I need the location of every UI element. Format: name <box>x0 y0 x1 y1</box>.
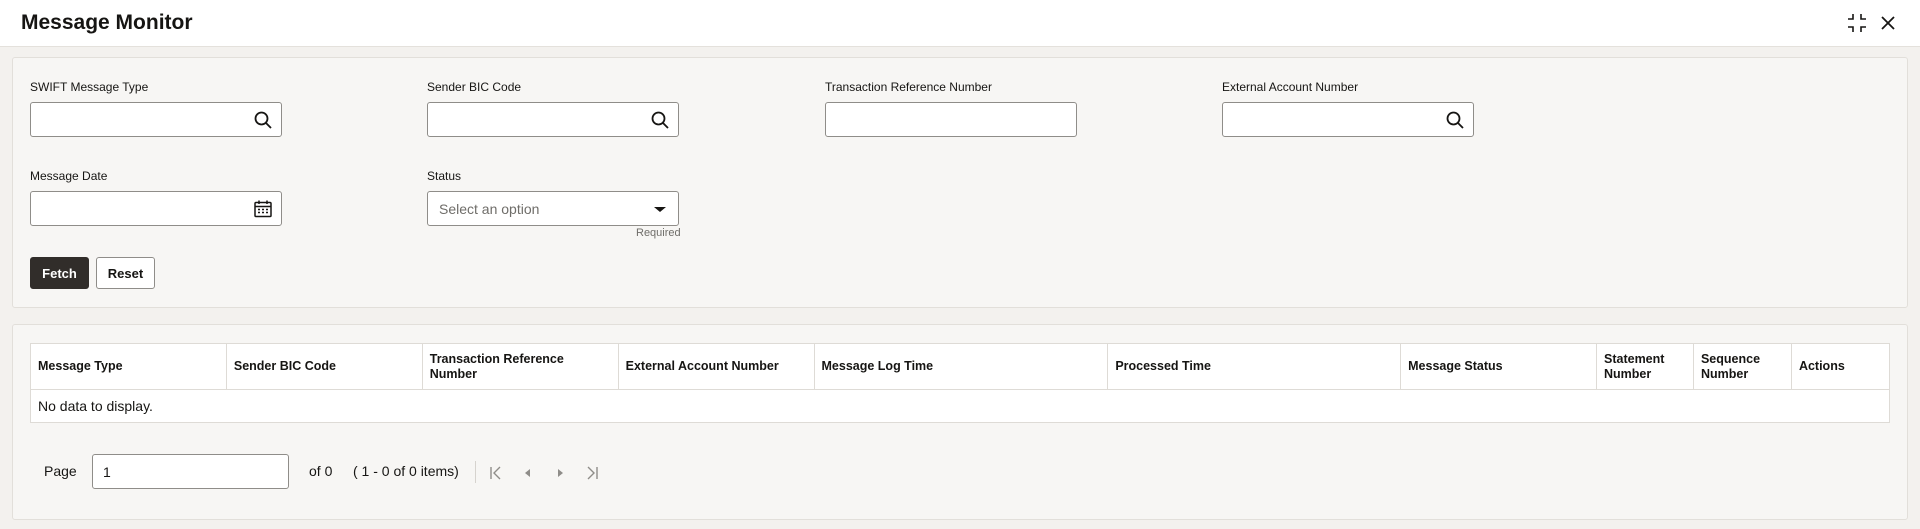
pagination-divider <box>475 461 476 483</box>
page-number-input[interactable]: 1 <box>92 454 289 489</box>
last-page-icon[interactable] <box>583 464 601 482</box>
close-icon[interactable] <box>1877 12 1899 34</box>
fullscreen-exit-icon[interactable] <box>1846 12 1868 34</box>
column-header[interactable]: Message Status <box>1400 343 1597 390</box>
column-header[interactable]: Transaction Reference Number <box>422 343 619 390</box>
column-header[interactable]: Actions <box>1791 343 1890 390</box>
page-label: Page <box>44 463 77 479</box>
table-row: No data to display. <box>31 390 1890 423</box>
status-placeholder: Select an option <box>439 201 540 217</box>
search-icon[interactable] <box>253 110 273 130</box>
transaction-reference-number-input[interactable] <box>825 102 1077 137</box>
message-date-label: Message Date <box>30 169 108 183</box>
sender-bic-code-label: Sender BIC Code <box>427 80 522 94</box>
column-header[interactable]: Statement Number <box>1596 343 1694 390</box>
results-table: Message Type Sender BIC Code Transaction… <box>30 343 1890 423</box>
column-header[interactable]: Message Log Time <box>814 343 1109 390</box>
status-select[interactable]: Select an option <box>427 191 679 226</box>
column-header[interactable]: Processed Time <box>1107 343 1402 390</box>
table-header-row: Message Type Sender BIC Code Transaction… <box>30 343 1890 390</box>
page-count-text: of 0 <box>309 463 333 479</box>
column-header[interactable]: External Account Number <box>618 343 815 390</box>
message-date-input[interactable] <box>30 191 282 226</box>
column-header[interactable]: Sender BIC Code <box>226 343 423 390</box>
sender-bic-code-input[interactable] <box>427 102 679 137</box>
search-icon[interactable] <box>650 110 670 130</box>
page-title: Message Monitor <box>21 11 193 34</box>
first-page-icon[interactable] <box>487 464 505 482</box>
calendar-icon[interactable] <box>253 199 273 219</box>
external-account-number-input[interactable] <box>1222 102 1474 137</box>
fetch-button[interactable]: Fetch <box>30 257 89 289</box>
next-page-icon[interactable] <box>551 464 569 482</box>
status-required-hint: Required <box>636 227 681 239</box>
previous-page-icon[interactable] <box>519 464 537 482</box>
external-account-number-label: External Account Number <box>1222 80 1359 94</box>
search-panel: SWIFT Message Type Sender BIC Code Trans… <box>12 57 1908 308</box>
results-panel: Message Type Sender BIC Code Transaction… <box>12 324 1908 520</box>
swift-message-type-input[interactable] <box>30 102 282 137</box>
title-bar: Message Monitor <box>0 0 1920 47</box>
transaction-reference-number-label: Transaction Reference Number <box>825 80 992 94</box>
column-header[interactable]: Message Type <box>30 343 227 390</box>
empty-message: No data to display. <box>38 398 153 414</box>
column-header[interactable]: Sequence Number <box>1693 343 1792 390</box>
chevron-down-icon[interactable] <box>650 199 670 219</box>
swift-message-type-label: SWIFT Message Type <box>30 80 149 94</box>
search-icon[interactable] <box>1445 110 1465 130</box>
reset-button[interactable]: Reset <box>96 257 155 289</box>
items-range-text: ( 1 - 0 of 0 items) <box>353 463 459 479</box>
status-label: Status <box>427 169 462 183</box>
